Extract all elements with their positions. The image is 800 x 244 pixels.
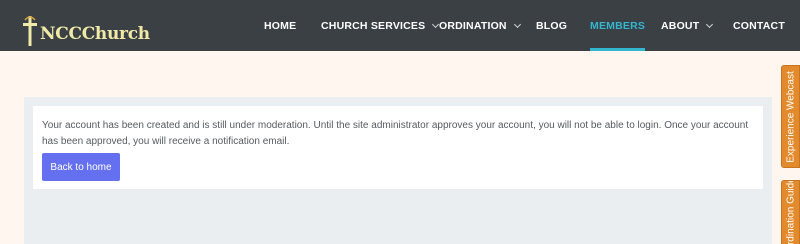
nav-contact-label: CONTACT — [733, 19, 785, 32]
nav-about-label: ABOUT — [661, 19, 700, 32]
experience-webcast-tab[interactable]: Experience Webcast — [781, 65, 800, 168]
site-logo-text: NCCChurch — [40, 24, 150, 44]
nav-members-label: MEMBERS — [590, 19, 646, 32]
experience-webcast-label: Experience Webcast — [785, 70, 796, 163]
chevron-down-icon — [706, 20, 714, 28]
nav-ordination-label: ORDINATION — [439, 19, 507, 32]
nav-home[interactable]: HOME — [264, 0, 296, 51]
nav-blog-label: BLOG — [536, 19, 568, 32]
cross-icon — [22, 14, 38, 48]
nav-blog[interactable]: BLOG — [536, 0, 567, 51]
nav-church-services[interactable]: CHURCH SERVICES — [321, 0, 440, 51]
moderation-message: Your account has been created and is sti… — [42, 120, 749, 147]
nav-ordination[interactable]: ORDINATION — [439, 0, 521, 51]
nav-members[interactable]: MEMBERS — [590, 0, 646, 51]
back-to-home-button[interactable]: Back to home — [42, 153, 120, 181]
site-logo[interactable]: NCCChurch — [22, 14, 150, 48]
nav-contact[interactable]: CONTACT — [733, 0, 785, 51]
ordination-guide-tab[interactable]: Ordination Guide — [781, 180, 800, 244]
ordination-guide-label: Ordination Guide — [785, 180, 796, 244]
nav-home-label: HOME — [264, 19, 297, 32]
chevron-down-icon — [513, 20, 521, 28]
top-navbar: NCCChurch HOME CHURCH SERVICES ORDINATIO… — [0, 0, 800, 51]
nav-about[interactable]: ABOUT — [661, 0, 714, 51]
nav-church-services-label: CHURCH SERVICES — [321, 19, 426, 32]
